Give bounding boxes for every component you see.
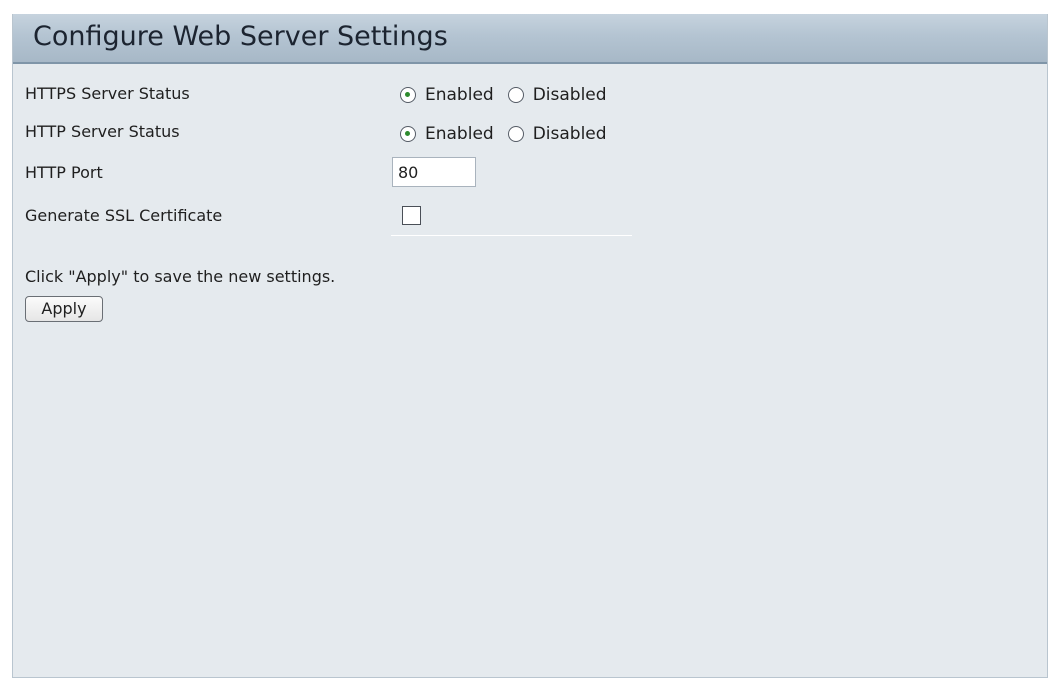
http-status-label: HTTP Server Status bbox=[25, 122, 180, 141]
apply-hint-text: Click "Apply" to save the new settings. bbox=[25, 267, 336, 286]
http-disabled-label[interactable]: Disabled bbox=[533, 124, 607, 144]
https-disabled-label[interactable]: Disabled bbox=[533, 85, 607, 105]
https-disabled-radio[interactable] bbox=[507, 87, 524, 103]
panel-header: Configure Web Server Settings bbox=[13, 14, 1047, 64]
https-status-radio-group: Enabled Disabled bbox=[400, 85, 621, 105]
page-title: Configure Web Server Settings bbox=[33, 21, 448, 52]
http-disabled-radio[interactable] bbox=[507, 126, 524, 142]
apply-button[interactable]: Apply bbox=[25, 296, 103, 322]
settings-panel: Configure Web Server Settings HTTPS Serv… bbox=[12, 14, 1048, 678]
https-enabled-label[interactable]: Enabled bbox=[425, 85, 494, 105]
divider bbox=[391, 235, 632, 236]
https-enabled-radio[interactable] bbox=[400, 87, 416, 103]
http-port-input[interactable] bbox=[392, 157, 476, 187]
http-port-label: HTTP Port bbox=[25, 163, 103, 182]
http-status-radio-group: Enabled Disabled bbox=[400, 124, 621, 144]
ssl-certificate-checkbox[interactable] bbox=[402, 206, 421, 225]
ssl-certificate-label: Generate SSL Certificate bbox=[25, 206, 223, 225]
http-enabled-radio[interactable] bbox=[400, 126, 416, 142]
http-enabled-label[interactable]: Enabled bbox=[425, 124, 494, 144]
https-status-label: HTTPS Server Status bbox=[25, 84, 190, 103]
